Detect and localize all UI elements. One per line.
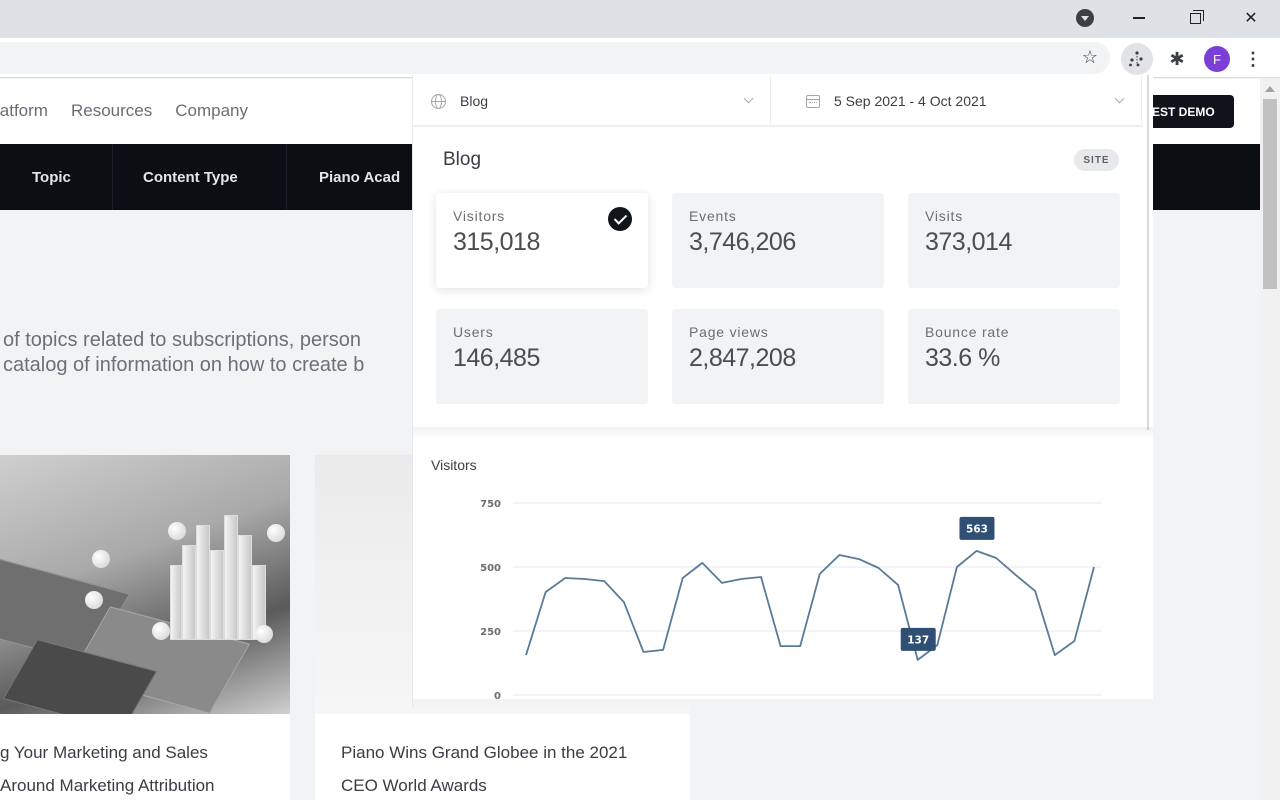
subnav-content-type[interactable]: Content Type — [143, 144, 238, 210]
extensions-button[interactable]: ✱ — [1161, 43, 1193, 75]
stat-label: Visits — [925, 208, 963, 224]
puzzle-icon: ✱ — [1169, 48, 1185, 69]
article-title-line: Piano Wins Grand Globee in the 2021 — [341, 743, 628, 762]
stat-card-bounce-rate[interactable]: Bounce rate 33.6 % — [908, 309, 1120, 404]
article-title-line: g Your Marketing and Sales — [0, 743, 208, 762]
value-tooltip-label: 563 — [966, 523, 988, 535]
site-selector[interactable]: Blog — [413, 75, 771, 127]
selector-row: Blog 5 Sep 2021 - 4 Oct 2021 — [413, 75, 1143, 127]
restore-icon — [1189, 9, 1204, 24]
close-icon: ✕ — [1244, 10, 1258, 27]
avatar: F — [1204, 46, 1230, 72]
browser-titlebar: ✕ — [0, 0, 1280, 38]
minimize-icon — [1133, 17, 1145, 19]
value-tooltip-label: 137 — [907, 634, 929, 646]
minimize-button[interactable] — [1124, 6, 1154, 30]
scrollbar-thumb[interactable] — [1263, 99, 1277, 289]
article-title-line: Around Marketing Attribution — [0, 776, 215, 795]
nav-link-platform[interactable]: latform — [0, 101, 48, 121]
site-selector-value: Blog — [460, 93, 489, 109]
subnav-topic[interactable]: Topic — [32, 144, 71, 210]
y-tick-label: 750 — [480, 499, 501, 510]
site-title: Blog — [443, 149, 482, 170]
chart-title: Visitors — [431, 457, 477, 473]
subnav-piano-academy[interactable]: Piano Acad — [319, 144, 400, 210]
calendar-icon — [806, 94, 820, 108]
browser-toolbar: ☆ ✱ F ⋮ — [0, 38, 1280, 78]
nav-link-resources[interactable]: Resources — [71, 101, 152, 121]
stat-value: 33.6 % — [925, 344, 1000, 372]
profile-avatar-button[interactable]: F — [1201, 43, 1233, 75]
chevron-down-icon — [1114, 93, 1125, 104]
section-divider — [413, 427, 1153, 439]
stat-value: 2,847,208 — [689, 344, 796, 372]
y-tick-label: 500 — [480, 563, 501, 574]
chevron-down-circle-icon — [1076, 9, 1094, 27]
stat-card-visits[interactable]: Visits 373,014 — [908, 193, 1120, 288]
article-card[interactable]: g Your Marketing and Sales Around Market… — [0, 714, 290, 800]
y-tick-label: 250 — [480, 627, 501, 638]
article-card[interactable]: Piano Wins Grand Globee in the 2021 CEO … — [315, 714, 690, 800]
analytics-extension-icon — [1129, 51, 1143, 67]
intro-line: catalog of information on how to create … — [3, 354, 365, 376]
nav-link-company[interactable]: Company — [175, 101, 248, 121]
stat-value: 373,014 — [925, 228, 1012, 256]
analytics-extension-button[interactable] — [1121, 43, 1153, 75]
intro-text: of topics related to subscriptions, pers… — [3, 328, 364, 378]
chevron-down-icon — [743, 93, 754, 104]
browser-menu-button[interactable]: ⋮ — [1237, 43, 1269, 75]
stat-value: 3,746,206 — [689, 228, 796, 256]
date-range-value: 5 Sep 2021 - 4 Oct 2021 — [834, 93, 987, 109]
stat-card-users[interactable]: Users 146,485 — [436, 309, 648, 404]
address-bar[interactable]: ☆ — [0, 42, 1110, 74]
stat-card-visitors[interactable]: Visitors 315,018 — [436, 193, 648, 288]
popup-scrollbar[interactable] — [1147, 75, 1149, 430]
close-window-button[interactable]: ✕ — [1236, 6, 1266, 30]
site-type-badge: SITE — [1074, 149, 1119, 171]
analytics-popup: Blog 5 Sep 2021 - 4 Oct 2021 Blog SITE V… — [412, 75, 1153, 707]
globe-icon — [431, 93, 446, 109]
date-range-selector[interactable]: 5 Sep 2021 - 4 Oct 2021 — [772, 75, 1142, 127]
stat-card-events[interactable]: Events 3,746,206 — [672, 193, 884, 288]
stat-value: 315,018 — [453, 228, 540, 256]
profile-dropdown-button[interactable] — [1070, 6, 1100, 30]
subnav-divider — [286, 144, 287, 210]
chart-footer — [413, 699, 1153, 707]
subnav-divider — [112, 144, 113, 210]
article-image[interactable] — [0, 455, 290, 714]
scroll-up-icon[interactable] — [1265, 86, 1275, 92]
stat-card-page-views[interactable]: Page views 2,847,208 — [672, 309, 884, 404]
article-title[interactable]: Piano Wins Grand Globee in the 2021 CEO … — [341, 736, 627, 800]
article-title-line: CEO World Awards — [341, 776, 487, 795]
star-icon[interactable]: ☆ — [1082, 47, 1098, 68]
stat-value: 146,485 — [453, 344, 540, 372]
visitors-line-chart[interactable]: 0250500750137563 — [413, 485, 1153, 707]
request-demo-button[interactable]: EST DEMO — [1140, 95, 1234, 128]
page-scrollbar[interactable] — [1260, 79, 1280, 800]
stat-label: Bounce rate — [925, 324, 1010, 340]
check-icon — [608, 207, 632, 231]
kebab-icon: ⋮ — [1244, 48, 1262, 69]
stat-label: Page views — [689, 324, 769, 340]
stat-label: Events — [689, 208, 737, 224]
restore-button[interactable] — [1180, 6, 1210, 30]
stat-label: Users — [453, 324, 494, 340]
site-nav: latform Resources Company — [0, 101, 248, 121]
intro-line: of topics related to subscriptions, pers… — [3, 329, 361, 351]
article-title[interactable]: g Your Marketing and Sales Around Market… — [0, 736, 215, 800]
